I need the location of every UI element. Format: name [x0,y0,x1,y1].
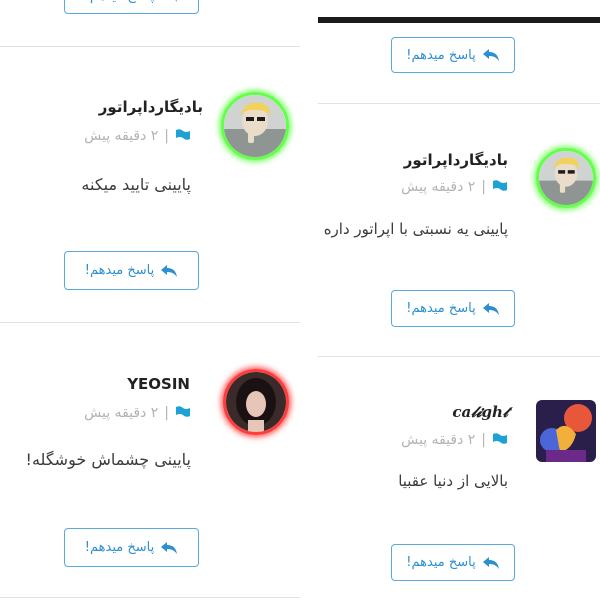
comment-author[interactable]: بادیگارداپراتور [99,98,203,116]
flag-icon[interactable] [175,406,191,420]
reply-arrow-icon [482,302,499,315]
comment-meta: | ۲ دقیقه پیش [401,179,508,195]
avatar[interactable] [536,148,596,208]
reply-arrow-icon [161,264,178,277]
comment-author[interactable]: YEOSIN [127,375,190,393]
comment-text: پایینی تایید میکنه [81,175,191,194]
flag-icon[interactable] [492,180,508,194]
comment-time: ۲ دقیقه پیش [401,432,476,448]
reply-button-label: پاسخ میدهم! [84,263,155,278]
avatar-image [539,151,593,205]
divider [0,46,300,47]
divider [0,322,300,323]
comment-meta: | ۲ دقیقه پیش [84,128,191,144]
separator: | [164,405,169,421]
reply-arrow-icon [482,556,499,569]
reply-button[interactable]: پاسخ میدهم! [64,251,199,290]
separator: | [164,128,169,144]
flag-icon[interactable] [175,129,191,143]
comments-column-right: پاسخ میدهم! بادیگارداپراتور | ۲ دقیقه پی… [318,0,600,601]
reply-button-label: پاسخ میدهم! [84,540,155,555]
avatar-image [226,372,286,432]
divider [318,356,600,357]
reply-button-label: پاسخ میدهم! [406,555,476,570]
comment-text: پایینی چشماش خوشگله! [25,450,191,469]
divider [318,103,600,104]
reply-arrow-icon [167,0,178,2]
top-bar [318,17,600,23]
avatar[interactable] [221,92,289,160]
reply-arrow-icon [161,541,178,554]
reply-button[interactable]: پاسخ میدهم! [391,544,515,581]
reply-button[interactable]: پاسخ میدهم! [391,290,515,327]
flag-icon[interactable] [492,433,508,447]
reply-button[interactable]: پاسخ میدهم! [64,0,199,14]
comment-text: پایینی یه نسبتی با اپراتور داره [323,220,508,238]
avatar-image [224,95,286,157]
comment-time: ۲ دقیقه پیش [401,179,476,195]
avatar-image [536,400,596,462]
comment-meta: | ۲ دقیقه پیش [401,432,508,448]
reply-button-label: پاسخ میدهم! [406,301,476,316]
comment-time: ۲ دقیقه پیش [84,405,159,421]
divider [0,597,300,598]
separator: | [481,432,486,448]
comment-author[interactable]: ca𝓁𝓲gh𝓉 [452,403,508,421]
comment-meta: | ۲ دقیقه پیش [84,405,191,421]
reply-button-label: پاسخ میدهم! [85,0,154,4]
separator: | [481,179,486,195]
reply-arrow-icon [482,49,499,61]
comments-column-left: پاسخ میدهم! بادیگارداپراتور | ۲ دقیقه پی… [0,0,300,601]
reply-button[interactable]: پاسخ میدهم! [64,528,199,567]
comment-text: بالایی از دنیا عقبیا [398,472,508,490]
avatar[interactable] [223,369,289,435]
reply-button[interactable]: پاسخ میدهم! [391,37,515,73]
avatar[interactable] [536,400,596,462]
comment-time: ۲ دقیقه پیش [84,128,159,144]
reply-button-label: پاسخ میدهم! [406,47,476,63]
comment-author[interactable]: بادیگارداپراتور [404,151,508,169]
